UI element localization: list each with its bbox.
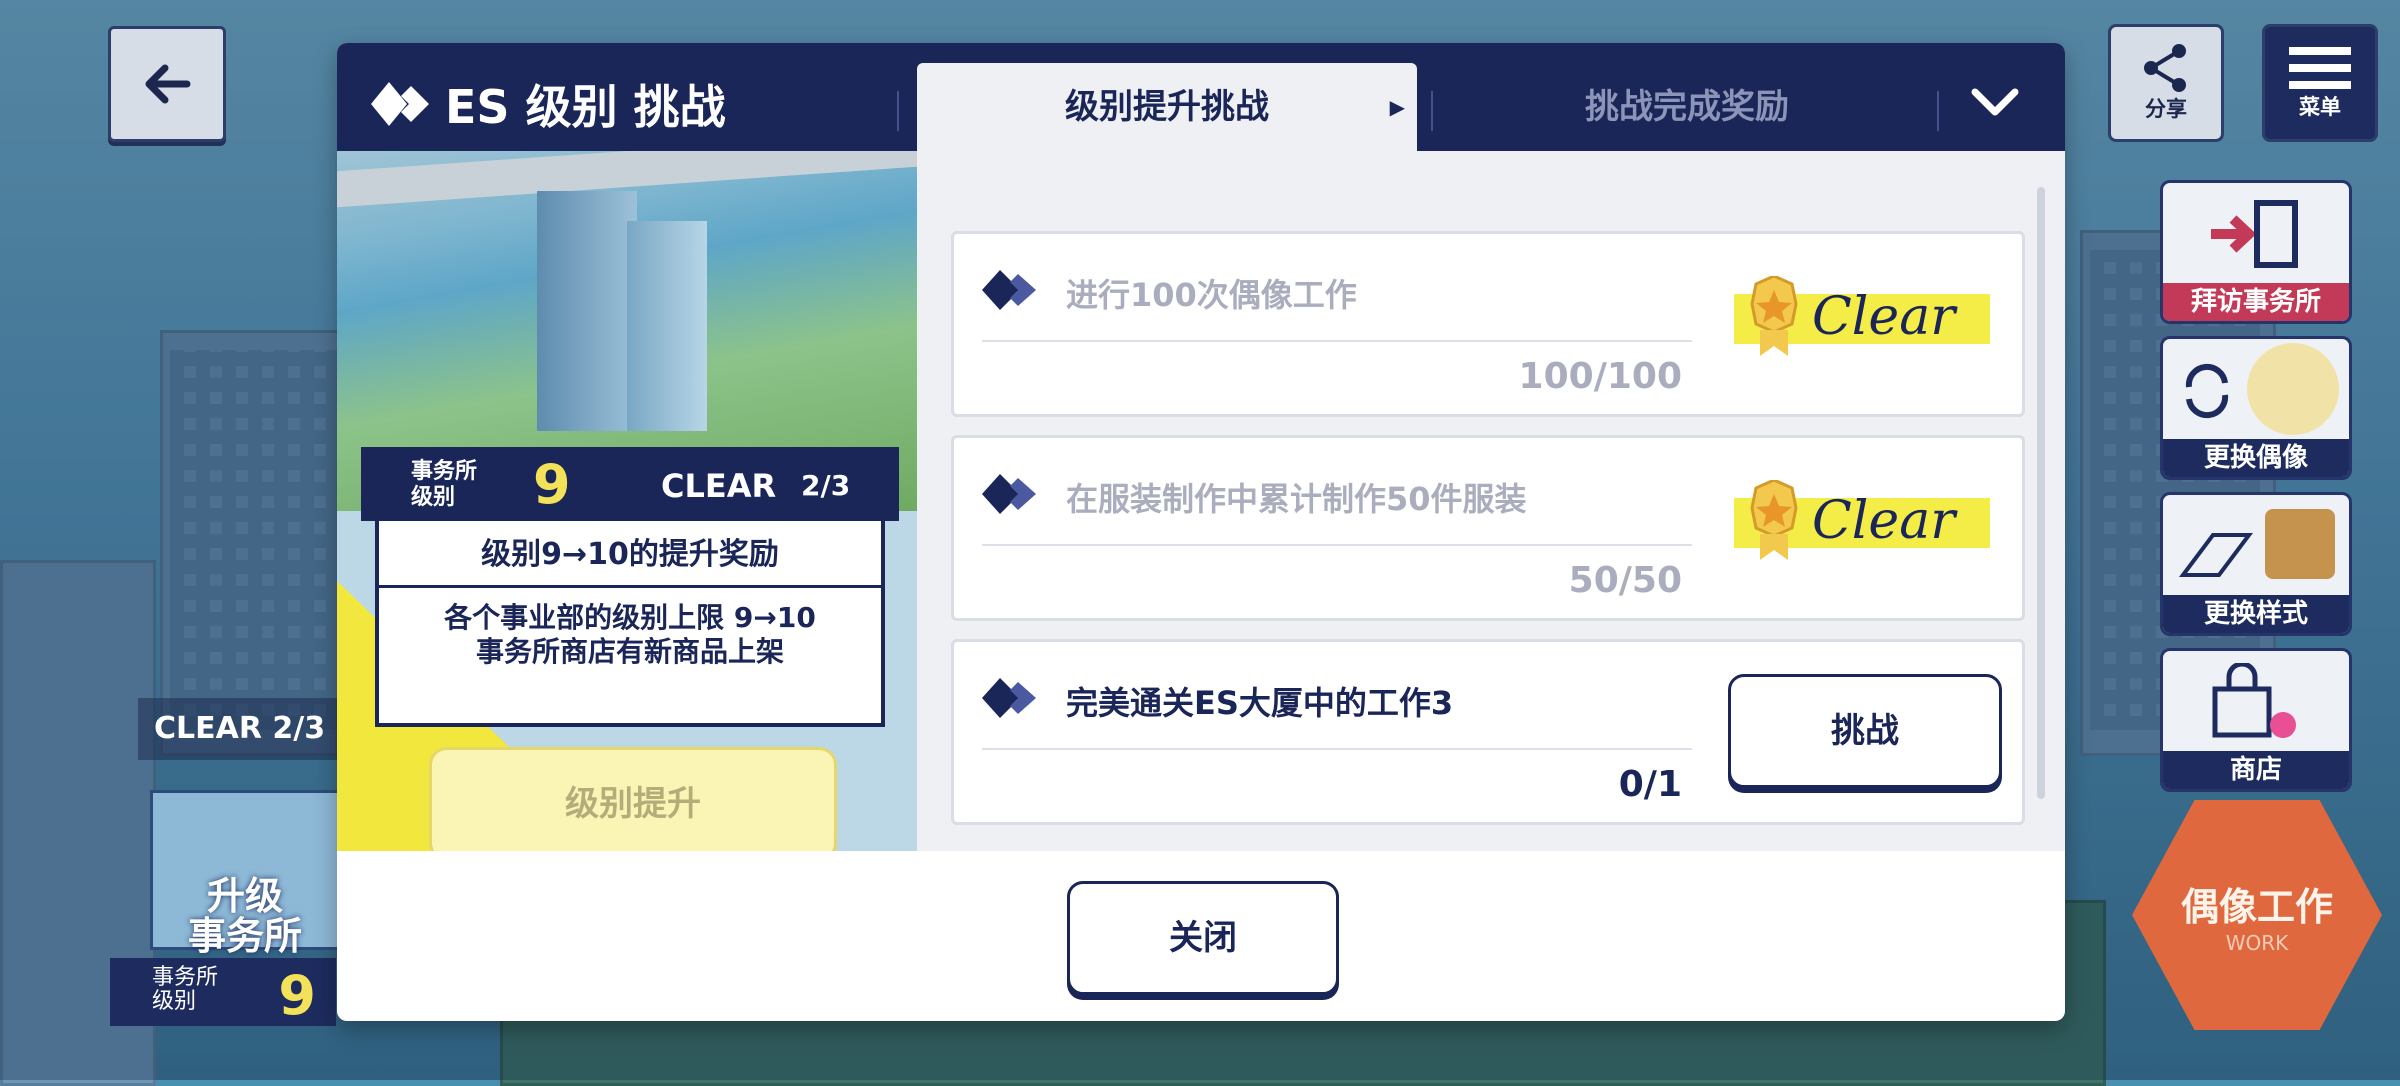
es-logo-icon bbox=[371, 82, 429, 126]
clear-label: CLEAR bbox=[661, 467, 777, 505]
reward-title: 级别9→10的提升奖励 bbox=[379, 525, 881, 588]
shopping-bag-icon bbox=[2212, 663, 2296, 738]
share-label: 分享 bbox=[2145, 97, 2187, 121]
clear-stamp-text: Clear bbox=[1812, 287, 1958, 347]
tab-level-up-challenge[interactable]: 级别提升挑战 ▶ bbox=[917, 63, 1417, 151]
diamond-logo-icon bbox=[982, 270, 1036, 310]
clear-status: CLEAR 2/3 bbox=[138, 698, 350, 760]
floor-grid-icon bbox=[2179, 533, 2253, 577]
challenge-progress: 50/50 bbox=[1568, 560, 1682, 601]
tab-level-up-label: 级别提升挑战 bbox=[1065, 87, 1269, 127]
challenge-item: 在服装制作中累计制作50件服装 50/50 Clear bbox=[951, 435, 2025, 621]
challenge-text: 进行100次偶像工作 bbox=[1066, 276, 1357, 314]
level-label-1: 事务所 bbox=[411, 459, 478, 484]
challenge-text: 完美通关ES大厦中的工作3 bbox=[1066, 684, 1454, 722]
level-up-button[interactable]: 级别提升 bbox=[429, 747, 837, 851]
level-card-header: 事务所 级别 9 CLEAR 2/3 bbox=[361, 447, 899, 521]
clear-stamp: Clear bbox=[1734, 480, 1990, 560]
idol-portrait bbox=[2247, 343, 2339, 435]
reward-description: 各个事业部的级别上限 9→10 事务所商店有新商品上架 bbox=[379, 601, 881, 669]
change-idol-button[interactable]: 更换偶像 bbox=[2160, 336, 2352, 480]
challenge-progress: 0/1 bbox=[1618, 764, 1682, 805]
tab-divider bbox=[1937, 91, 1939, 131]
diamond-logo-icon bbox=[982, 474, 1036, 514]
swap-icon bbox=[2185, 363, 2229, 419]
challenge-item: 进行100次偶像工作 100/100 Clear bbox=[951, 231, 2025, 417]
shop-label: 商店 bbox=[2163, 751, 2349, 789]
tab-completion-rewards[interactable]: 挑战完成奖励 bbox=[1447, 63, 1927, 151]
office-level-label-2: 级别 bbox=[152, 989, 197, 1014]
challenge-item: 完美通关ES大厦中的工作3 0/1 挑战 bbox=[951, 639, 2025, 825]
dialog-header: ES 级别 挑战 级别提升挑战 ▶ 挑战完成奖励 bbox=[337, 43, 2065, 151]
tab-divider bbox=[897, 91, 899, 131]
back-button[interactable] bbox=[108, 26, 226, 142]
upgrade-office-button[interactable]: 升级 事务所 bbox=[150, 790, 340, 958]
level-panel: 事务所 级别 9 CLEAR 2/3 级别9→10的提升奖励 各个事业部的级别上… bbox=[337, 151, 917, 851]
chevron-down-icon bbox=[1971, 88, 2019, 116]
arrow-left-icon bbox=[145, 64, 191, 104]
level-label-2: 级别 bbox=[411, 485, 456, 510]
furniture-icon bbox=[2265, 509, 2335, 579]
change-style-button[interactable]: 更换样式 bbox=[2160, 492, 2352, 636]
idol-work-label: 偶像工作 bbox=[2180, 884, 2333, 929]
clear-stamp: Clear bbox=[1734, 276, 1990, 356]
change-idol-label: 更换偶像 bbox=[2163, 439, 2349, 477]
clear-stamp-text: Clear bbox=[1812, 491, 1958, 551]
office-level-badge: 事务所 级别 9 bbox=[110, 958, 336, 1027]
challenge-list: 进行100次偶像工作 100/100 Clear 在服装制作中累计制作50件服装… bbox=[917, 151, 2065, 851]
share-button[interactable]: 分享 bbox=[2108, 24, 2224, 142]
upgrade-label-2: 事务所 bbox=[187, 914, 302, 958]
idol-work-sublabel: WORK bbox=[2225, 930, 2289, 955]
challenge-progress: 100/100 bbox=[1518, 356, 1682, 397]
challenge-button[interactable]: 挑战 bbox=[1728, 674, 2002, 788]
shop-button[interactable]: 商店 bbox=[2160, 648, 2352, 792]
menu-button[interactable]: 菜单 bbox=[2262, 24, 2378, 142]
office-level-label-1: 事务所 bbox=[152, 965, 219, 990]
office-level-value: 9 bbox=[278, 964, 316, 1027]
clear-count: 2/3 bbox=[801, 469, 851, 502]
reward-desc-line-2: 事务所商店有新商品上架 bbox=[475, 635, 784, 668]
menu-label: 菜单 bbox=[2299, 95, 2341, 119]
dialog-title-text: ES 级别 挑战 bbox=[445, 80, 726, 134]
door-enter-icon bbox=[2211, 200, 2298, 268]
challenge-text: 在服装制作中累计制作50件服装 bbox=[1066, 480, 1527, 518]
tab-divider bbox=[1431, 91, 1433, 131]
collapse-button[interactable] bbox=[1955, 73, 2035, 133]
level-reward-card: 事务所 级别 9 CLEAR 2/3 级别9→10的提升奖励 各个事业部的级别上… bbox=[361, 447, 899, 727]
triangle-right-icon: ▶ bbox=[1389, 95, 1405, 119]
level-challenge-dialog: ES 级别 挑战 级别提升挑战 ▶ 挑战完成奖励 事务所 级别 9 CLEAR … bbox=[337, 43, 2065, 1021]
visit-office-label: 拜访事务所 bbox=[2163, 283, 2349, 321]
share-icon bbox=[2144, 44, 2186, 92]
scrollbar[interactable] bbox=[2037, 187, 2045, 799]
dialog-title: ES 级别 挑战 bbox=[371, 71, 726, 137]
close-button[interactable]: 关闭 bbox=[1067, 881, 1339, 995]
visit-office-button[interactable]: 拜访事务所 bbox=[2160, 180, 2352, 324]
change-style-label: 更换样式 bbox=[2163, 595, 2349, 633]
hamburger-icon bbox=[2289, 47, 2351, 89]
tab-rewards-label: 挑战完成奖励 bbox=[1585, 87, 1789, 127]
diamond-logo-icon bbox=[982, 678, 1036, 718]
level-value: 9 bbox=[533, 453, 571, 516]
reward-desc-line-1: 各个事业部的级别上限 9→10 bbox=[444, 601, 816, 634]
